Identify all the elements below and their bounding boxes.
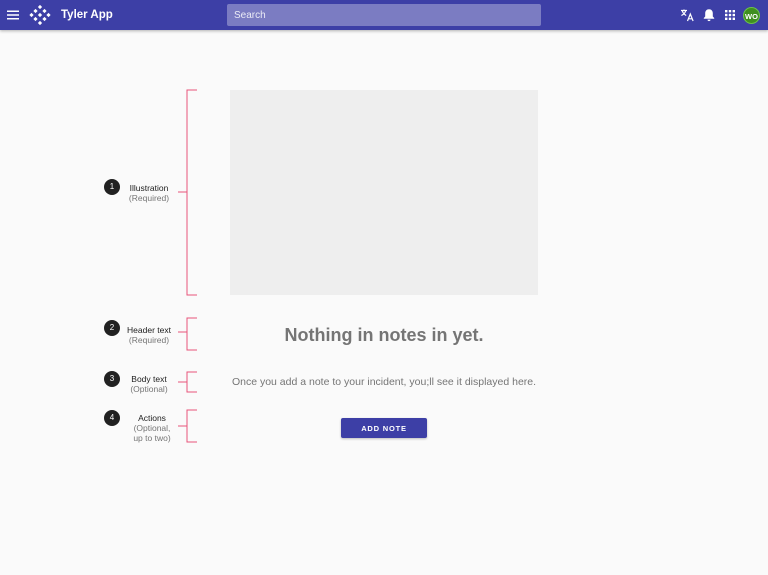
translate-icon[interactable] xyxy=(679,7,695,23)
user-avatar[interactable]: WO xyxy=(743,7,760,24)
top-app-bar: Tyler App WO xyxy=(0,0,768,30)
empty-state-header: Nothing in notes in yet. xyxy=(284,325,484,345)
app-logo-icon xyxy=(29,4,51,26)
annotation-illustration: Illustration (Required) xyxy=(114,183,184,203)
annotation-note: (Optional) xyxy=(130,384,168,394)
app-title: Tyler App xyxy=(61,9,113,21)
annotation-note: (Required) xyxy=(128,335,170,345)
annotation-bracket-4 xyxy=(178,409,197,443)
annotation-title: Header text xyxy=(127,325,171,335)
annotation-bracket-1 xyxy=(178,89,197,296)
add-note-button[interactable]: ADD NOTE xyxy=(341,418,427,438)
search-bar xyxy=(227,4,541,26)
annotation-bracket-2 xyxy=(178,317,197,351)
annotation-title: Illustration xyxy=(129,183,169,193)
search-input[interactable] xyxy=(227,4,541,26)
annotation-body-text: Body text (Optional) xyxy=(114,374,184,394)
empty-state-body: Once you add a note to your incident, yo… xyxy=(231,376,537,388)
annotation-title: Body text xyxy=(131,374,167,384)
menu-icon[interactable] xyxy=(5,7,21,23)
notifications-bell-icon[interactable] xyxy=(701,7,717,23)
annotation-bracket-3 xyxy=(178,371,197,393)
apps-grid-icon[interactable] xyxy=(722,7,738,23)
annotation-note: (Required) xyxy=(128,193,170,203)
annotation-header-text: Header text (Required) xyxy=(114,325,184,345)
empty-state-illustration xyxy=(230,90,538,295)
